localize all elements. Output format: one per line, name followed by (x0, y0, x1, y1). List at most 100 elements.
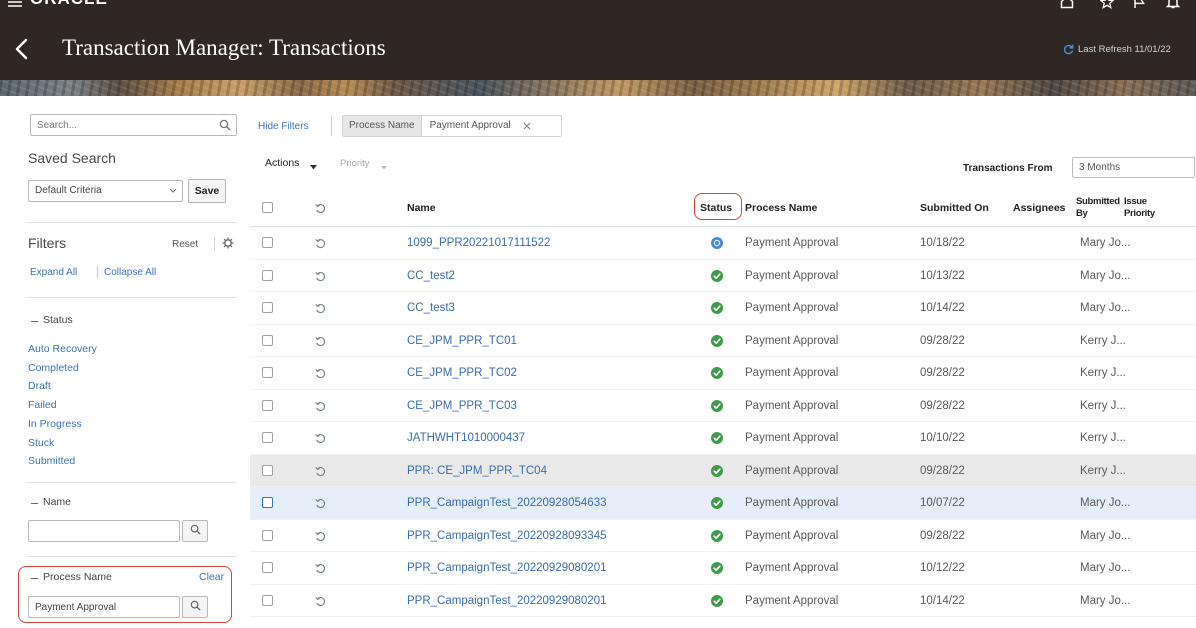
reprocess-icon[interactable] (315, 596, 326, 607)
column-header-assignees[interactable]: Assignees (1013, 190, 1066, 227)
applied-filter-chip[interactable]: Process Name Payment Approval (342, 115, 562, 137)
row-checkbox[interactable] (262, 334, 273, 346)
reprocess-icon[interactable] (315, 433, 326, 444)
transaction-name-link[interactable]: CE_JPM_PPR_TC02 (407, 357, 517, 389)
column-header-submitted-on[interactable]: Submitted On (920, 190, 989, 227)
status-option-in-progress[interactable]: In Progress (28, 418, 82, 431)
row-checkbox[interactable] (262, 464, 273, 476)
table-row[interactable]: PPR_CampaignTest_20220928093345 Payment A… (250, 520, 1196, 552)
reprocess-icon[interactable] (315, 238, 326, 249)
collapse-icon[interactable] (31, 578, 38, 579)
name-filter-heading[interactable]: Name (43, 496, 71, 509)
column-header-name[interactable]: Name (407, 190, 436, 227)
row-checkbox[interactable] (262, 269, 273, 281)
table-row[interactable]: CE_JPM_PPR_TC03 Payment Approval 09/28/22 K… (250, 390, 1196, 422)
clear-link[interactable]: Clear (199, 571, 224, 584)
transaction-name-link[interactable]: CC_test2 (407, 260, 455, 292)
collapse-icon[interactable] (31, 503, 38, 504)
collapse-all-link[interactable]: Collapse All (104, 266, 156, 279)
transaction-name-link[interactable]: CE_JPM_PPR_TC01 (407, 325, 517, 357)
reprocess-icon[interactable] (315, 563, 326, 574)
reprocess-icon[interactable] (315, 368, 326, 379)
reprocess-icon[interactable] (315, 466, 326, 477)
reprocess-icon[interactable] (315, 336, 326, 347)
process-name-search-button[interactable] (182, 596, 208, 618)
table-row[interactable]: JATHWHT1010000437 Payment Approval 10/10/2… (250, 422, 1196, 455)
row-checkbox[interactable] (262, 367, 273, 378)
transaction-name-link[interactable]: PPR_CampaignTest_20220929080201 (407, 552, 607, 584)
submitted-by-cell: Kerry J... (1080, 432, 1127, 444)
table-row[interactable]: CC_test2 Payment Approval 10/13/22 Mary Jo.… (250, 260, 1196, 292)
table-row[interactable]: CE_JPM_PPR_TC01 Payment Approval 09/28/22 K… (250, 325, 1196, 357)
table-row[interactable]: PPR_CampaignTest_20220928054633 Payment A… (250, 487, 1196, 520)
select-all-checkbox[interactable] (262, 202, 273, 213)
transaction-name-link[interactable]: CE_JPM_PPR_TC03 (407, 390, 517, 422)
status-option-submitted[interactable]: Submitted (28, 455, 75, 468)
divider (26, 222, 236, 223)
caret-down-icon[interactable] (310, 161, 317, 173)
saved-search-select[interactable]: Default Criteria (28, 180, 183, 202)
transaction-name-link[interactable]: PPR_CampaignTest_20220928093345 (407, 520, 607, 552)
transaction-name-link[interactable]: PPR: CE_JPM_PPR_TC04 (407, 455, 547, 487)
table-row[interactable]: PPR_CampaignTest_20220929080201 Payment A… (250, 585, 1196, 617)
transaction-name-link[interactable]: CC_test3 (407, 292, 455, 324)
column-header-submitted-by[interactable]: Submitted By (1076, 196, 1122, 220)
status-option-auto-recovery[interactable]: Auto Recovery (28, 343, 97, 356)
row-checkbox[interactable] (262, 594, 273, 606)
hide-filters-link[interactable]: Hide Filters (258, 120, 309, 133)
bell-icon[interactable] (1165, 0, 1181, 12)
row-checkbox[interactable] (262, 529, 273, 541)
row-checkbox[interactable] (262, 432, 273, 443)
gear-icon[interactable] (222, 237, 234, 252)
home-icon[interactable] (1060, 0, 1074, 12)
transaction-name-link[interactable]: JATHWHT1010000437 (407, 422, 525, 454)
column-header-issue-priority[interactable]: Issue Priority (1124, 196, 1168, 220)
table-row[interactable]: CE_JPM_PPR_TC02 Payment Approval 09/28/22 K… (250, 357, 1196, 390)
row-checkbox[interactable] (262, 302, 273, 313)
save-button[interactable]: Save (188, 179, 226, 203)
status-option-stuck[interactable]: Stuck (28, 437, 54, 450)
table-row[interactable]: 1099_PPR20221017111522 Payment Approval 10… (250, 227, 1196, 260)
reprocess-icon[interactable] (315, 401, 326, 412)
status-option-draft[interactable]: Draft (28, 380, 51, 393)
reprocess-icon[interactable] (315, 531, 326, 542)
star-icon[interactable] (1099, 0, 1115, 12)
reprocess-icon[interactable] (315, 271, 326, 282)
table-row[interactable]: PPR: CE_JPM_PPR_TC04 Payment Approval 09/2… (250, 454, 1196, 487)
table-row[interactable]: PPR_CampaignTest_20220929080201 Payment A… (250, 552, 1196, 585)
status-option-completed[interactable]: Completed (28, 362, 79, 375)
transaction-name-link[interactable]: PPR_CampaignTest_20220928054633 (407, 487, 607, 519)
column-header-process-name[interactable]: Process Name (745, 190, 817, 227)
transaction-name-link[interactable]: 1099_PPR20221017111522 (407, 227, 550, 259)
transactions-from-select[interactable]: 3 Months (1072, 157, 1195, 178)
reset-link[interactable]: Reset (172, 238, 198, 251)
transaction-name-link[interactable]: PPR_CampaignTest_20220929080201 (407, 585, 607, 617)
row-checkbox[interactable] (262, 399, 273, 411)
search-icon[interactable] (219, 119, 231, 134)
process-name-filter-heading[interactable]: Process Name (43, 571, 112, 584)
row-checkbox[interactable] (262, 237, 273, 248)
row-checkbox[interactable] (262, 562, 273, 573)
back-icon[interactable] (14, 37, 30, 64)
status-option-failed[interactable]: Failed (28, 399, 57, 412)
table-row[interactable]: CC_test3 Payment Approval 10/14/22 Mary Jo.… (250, 292, 1196, 325)
row-checkbox[interactable] (262, 497, 273, 508)
process-name-input[interactable] (28, 596, 180, 618)
flag-icon[interactable] (1132, 0, 1146, 12)
oracle-logo[interactable]: ORACLE (30, 0, 108, 9)
reprocess-icon[interactable] (315, 498, 326, 509)
name-search-button[interactable] (182, 520, 208, 542)
reprocess-icon[interactable] (315, 303, 326, 314)
submitted-on-cell: 09/28/22 (920, 399, 965, 412)
actions-menu[interactable]: Actions (265, 157, 299, 170)
refresh-icon[interactable] (1063, 44, 1074, 58)
close-icon[interactable] (523, 122, 531, 130)
hamburger-icon[interactable] (8, 0, 22, 10)
search-input[interactable] (30, 114, 237, 136)
expand-all-link[interactable]: Expand All (30, 266, 77, 279)
status-filter-heading[interactable]: Status (43, 314, 73, 327)
priority-menu[interactable]: Priority (340, 157, 370, 170)
collapse-icon[interactable] (31, 321, 38, 322)
search-box[interactable] (30, 114, 237, 136)
name-filter-input[interactable] (28, 520, 180, 542)
